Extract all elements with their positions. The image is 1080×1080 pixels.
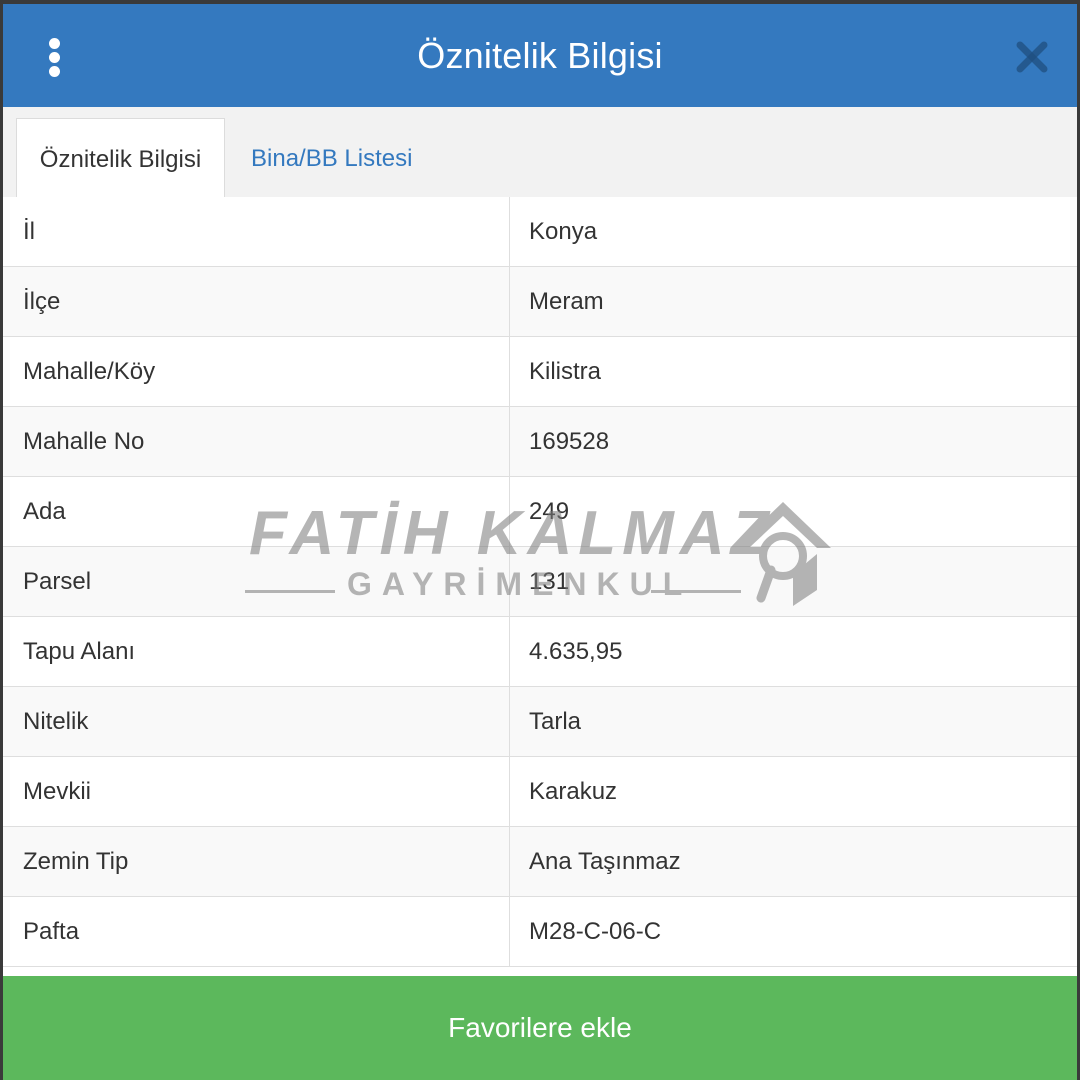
row-label: Zemin Tip — [3, 827, 510, 896]
row-label: Tapu Alanı — [3, 617, 510, 686]
kebab-menu-icon[interactable] — [43, 38, 67, 78]
tab-building-list[interactable]: Bina/BB Listesi — [251, 118, 412, 199]
row-label: Mevkii — [3, 757, 510, 826]
row-value: 131 — [529, 567, 570, 595]
modal-title: Öznitelik Bilgisi — [417, 34, 663, 76]
row-label: Nitelik — [3, 687, 510, 756]
row-value: Tarla — [529, 707, 582, 735]
table-row: Nitelik Tarla — [3, 687, 1077, 757]
row-label: Pafta — [3, 897, 510, 966]
row-value: Ana Taşınmaz — [529, 847, 681, 875]
table-row: Mahalle No 169528 — [3, 407, 1077, 477]
row-value: Karakuz — [529, 777, 618, 805]
close-icon[interactable] — [1013, 38, 1051, 76]
table-row: Ada 249 — [3, 477, 1077, 547]
table-row: Tapu Alanı 4.635,95 — [3, 617, 1077, 687]
table-row: Mahalle/Köy Kilistra — [3, 337, 1077, 407]
table-row: Mevkii Karakuz — [3, 757, 1077, 827]
modal-header: Öznitelik Bilgisi — [3, 4, 1077, 107]
row-value: Meram — [529, 287, 604, 315]
table-row: İl Konya — [3, 197, 1077, 267]
row-label: Mahalle No — [3, 407, 510, 476]
row-value: Konya — [529, 217, 598, 245]
tab-attribute-info[interactable]: Öznitelik Bilgisi — [16, 118, 225, 200]
row-label: Ada — [3, 477, 510, 546]
row-value: 4.635,95 — [529, 637, 623, 665]
row-label: Parsel — [3, 547, 510, 616]
row-value: Kilistra — [529, 357, 602, 385]
add-to-favorites-button[interactable]: Favorilere ekle — [3, 976, 1077, 1080]
table-row: İlçe Meram — [3, 267, 1077, 337]
row-label: Mahalle/Köy — [3, 337, 510, 406]
attribute-info-modal: Öznitelik Bilgisi Öznitelik Bilgisi Bina… — [3, 4, 1077, 1080]
row-label: İl — [3, 197, 510, 266]
row-value: M28-C-06-C — [529, 917, 662, 945]
row-label: İlçe — [3, 267, 510, 336]
table-row: Zemin Tip Ana Taşınmaz — [3, 827, 1077, 897]
row-value: 169528 — [529, 427, 610, 455]
tab-bar: Öznitelik Bilgisi Bina/BB Listesi — [3, 107, 1077, 200]
table-row: Pafta M28-C-06-C — [3, 897, 1077, 967]
table-row: Parsel 131 — [3, 547, 1077, 617]
row-value: 249 — [529, 497, 570, 525]
attribute-table: İl Konya İlçe Meram Mahalle/Köy Kilistra… — [3, 197, 1077, 967]
